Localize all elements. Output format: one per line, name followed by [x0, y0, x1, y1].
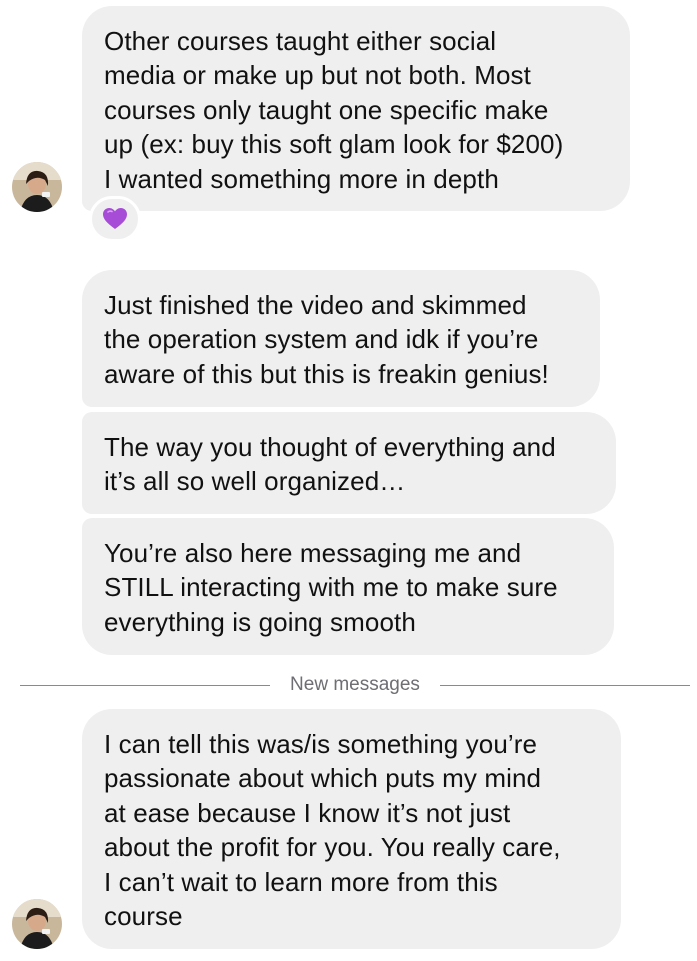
message-line: the operation system and idk if you’re [104, 324, 539, 355]
message-line: You’re also here messaging me and [104, 538, 522, 568]
message-line: STILL interacting with me to make sure [104, 572, 558, 603]
message-line: media or make up but not both. Most [104, 60, 531, 91]
message-line: I can tell this was/is something you’re [104, 729, 538, 759]
message-reaction[interactable] [89, 196, 141, 242]
message-line: Other courses taught either social [104, 26, 497, 56]
message-line: course [104, 901, 183, 932]
new-messages-divider-label: New messages [290, 674, 420, 695]
sender-avatar[interactable] [12, 899, 62, 949]
divider-line-left [20, 685, 270, 686]
message-bubble[interactable]: Just finished the video and skimmed the … [82, 270, 600, 407]
message-line: passionate about which puts my mind [104, 763, 542, 794]
avatar-photo [12, 899, 62, 949]
message-bubble[interactable]: I can tell this was/is something you’re … [82, 709, 621, 949]
message-line: aware of this but this is freakin genius… [104, 358, 549, 389]
purple-heart-icon [103, 208, 127, 229]
message-bubble[interactable]: Other courses taught either social media… [82, 6, 630, 211]
message-line: Just finished the video and skimmed [104, 290, 527, 320]
message-line: everything is going smooth [104, 606, 416, 637]
message-bubble[interactable]: You’re also here messaging me and STILL … [82, 518, 614, 655]
message-line: I can’t wait to learn more from this [104, 866, 498, 897]
message-line: it’s all so well organized… [104, 466, 406, 497]
message-line: about the profit for you. You really car… [104, 832, 561, 863]
sender-avatar[interactable] [12, 162, 62, 212]
message-line: at ease because I know it’s not just [104, 797, 511, 828]
message-line: courses only taught one specific make [104, 94, 549, 125]
message-line: up (ex: buy this soft glam look for $200… [104, 129, 564, 160]
message-line: I wanted something more in depth [104, 163, 499, 194]
avatar-photo [12, 162, 62, 212]
message-line: The way you thought of everything and [104, 432, 556, 462]
divider-line-right [440, 685, 690, 686]
message-bubble[interactable]: The way you thought of everything and it… [82, 412, 616, 514]
